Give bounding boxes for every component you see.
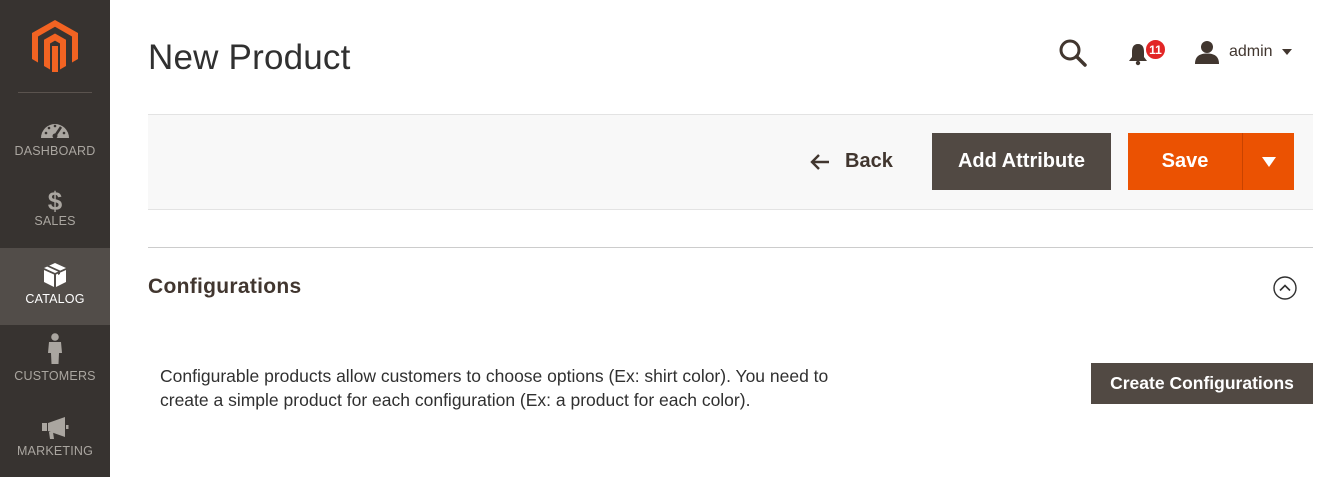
arrow-left-icon [810, 153, 829, 170]
section-divider [148, 247, 1313, 248]
user-name: admin [1229, 43, 1273, 60]
chevron-down-icon [1281, 49, 1292, 55]
configurations-section-title[interactable]: Configurations [148, 275, 302, 299]
person-icon [46, 333, 64, 365]
caret-down-icon [1261, 156, 1276, 167]
sidebar-item-catalog[interactable]: CATALOG [0, 248, 110, 325]
sidebar-item-label: MARKETING [16, 444, 94, 458]
notification-count-badge[interactable]: 11 [1144, 38, 1167, 61]
admin-sidebar: DASHBOARD $ SALES CATALOG CUSTOMERS MARK… [0, 0, 110, 477]
sidebar-item-label: SALES [34, 214, 76, 228]
box-icon [43, 262, 67, 288]
sidebar-item-label: CATALOG [25, 292, 85, 306]
collapse-icon[interactable] [1273, 276, 1297, 300]
user-account-menu[interactable]: admin [1195, 38, 1292, 66]
dollar-icon: $ [47, 186, 63, 216]
magento-logo[interactable] [0, 0, 110, 92]
sidebar-item-dashboard[interactable]: DASHBOARD [0, 108, 110, 185]
add-attribute-button[interactable]: Add Attribute [932, 133, 1111, 190]
search-icon[interactable] [1058, 38, 1088, 68]
user-icon [1195, 41, 1219, 64]
back-button-label: Back [845, 150, 893, 172]
back-button[interactable]: Back [809, 133, 893, 190]
sidebar-divider [18, 92, 92, 93]
sidebar-item-marketing[interactable]: MARKETING [0, 412, 110, 477]
sidebar-item-label: CUSTOMERS [14, 369, 96, 383]
sidebar-item-customers[interactable]: CUSTOMERS [0, 333, 110, 410]
megaphone-icon [41, 412, 69, 440]
configurations-description: Configurable products allow customers to… [160, 366, 829, 410]
magento-logo-icon [32, 20, 78, 72]
sidebar-item-label: DASHBOARD [14, 144, 96, 158]
save-button[interactable]: Save [1128, 133, 1242, 190]
create-configurations-button[interactable]: Create Configurations [1091, 363, 1313, 404]
page-title: New Product [148, 38, 351, 77]
save-options-toggle[interactable] [1242, 133, 1294, 190]
dashboard-gauge-icon [39, 108, 71, 140]
